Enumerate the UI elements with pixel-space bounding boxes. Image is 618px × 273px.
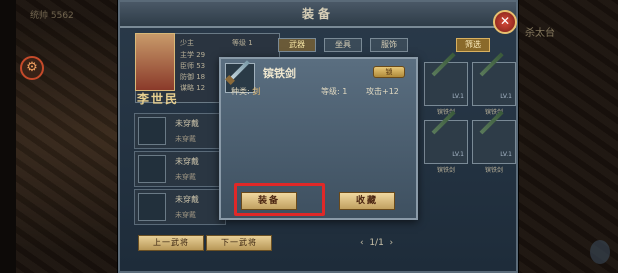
equip-slot[interactable]: 未穿戴 未穿戴: [134, 189, 226, 225]
item-name: 镔铁剑: [263, 67, 296, 80]
hero-stat: 臣师 53: [180, 62, 206, 70]
hero-name: 李世民: [136, 92, 179, 106]
prev-hero-button[interactable]: 上一武将: [138, 235, 204, 251]
filter-button[interactable]: 筛选: [456, 38, 490, 52]
tab-weapon[interactable]: 武器: [278, 38, 316, 52]
top-right-text: 杀太台: [525, 28, 555, 39]
item-attack: 攻击+12: [366, 87, 399, 96]
page-indicator: ‹ 1/1 ›: [360, 238, 394, 248]
tab-clothing[interactable]: 服饰: [370, 38, 408, 52]
menu-icon[interactable]: [590, 240, 610, 264]
hero-title: 少主: [180, 39, 194, 47]
close-button[interactable]: ✕: [493, 10, 517, 34]
collect-button[interactable]: 收藏: [339, 192, 395, 210]
hero-portrait: [135, 33, 175, 91]
left-edge: [0, 0, 16, 273]
equip-highlight: [234, 183, 325, 216]
inventory-item[interactable]: LV.1 镔铁剑: [424, 110, 468, 174]
hero-stat: 谋略 12: [180, 84, 206, 92]
item-type: 种类: 剑: [231, 87, 261, 96]
equip-slot[interactable]: 未穿戴 未穿戴: [134, 151, 226, 187]
hero-level: 等级 1: [232, 39, 253, 47]
lock-button[interactable]: 锁: [373, 66, 405, 78]
panel-title: 装备: [120, 2, 516, 28]
hero-stat: 主学 29: [180, 51, 206, 59]
player-info: 统帅 5562: [30, 11, 74, 21]
next-hero-button[interactable]: 下一武将: [206, 235, 272, 251]
inventory-item[interactable]: LV.1 镔铁剑: [424, 52, 468, 116]
tab-mount[interactable]: 坐具: [324, 38, 362, 52]
inventory-item[interactable]: LV.1 镔铁剑: [472, 110, 516, 174]
equip-slot[interactable]: 未穿戴 未穿戴: [134, 113, 226, 149]
inventory-item[interactable]: LV.1 镔铁剑: [472, 52, 516, 116]
gear-icon[interactable]: ⚙: [20, 56, 44, 80]
hero-stat: 防御 18: [180, 73, 206, 81]
item-level: 等级: 1: [321, 87, 348, 96]
